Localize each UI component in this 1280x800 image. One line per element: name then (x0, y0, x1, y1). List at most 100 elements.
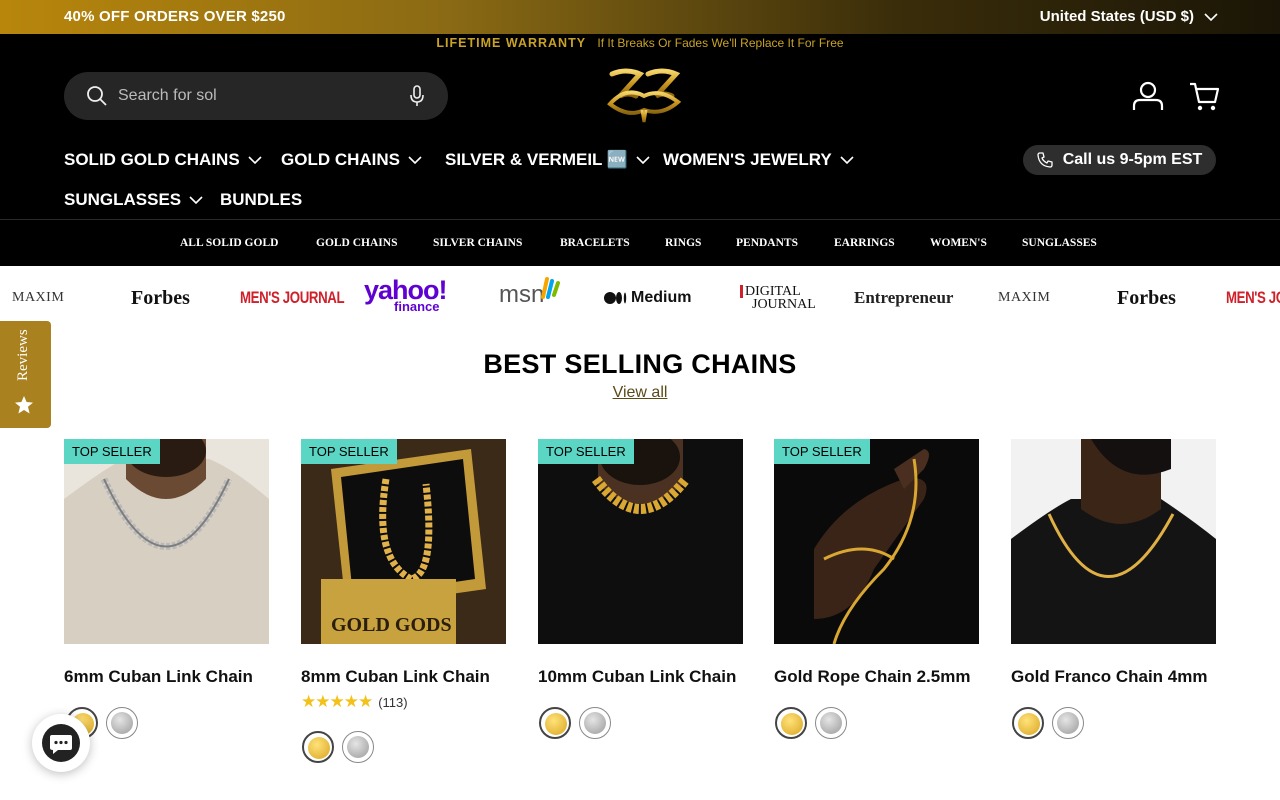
chat-launcher-button[interactable] (32, 714, 90, 772)
subnav-earrings[interactable]: EARRINGS (834, 237, 895, 249)
press-logo-msn: msn (499, 266, 562, 327)
search-icon[interactable] (86, 85, 108, 107)
product-photo-6mm-cuban (64, 439, 269, 644)
msn-butterfly-icon (541, 277, 561, 299)
press-logo-mens-journal: MEN'S JOURNAL (240, 288, 345, 307)
product-name[interactable]: 6mm Cuban Link Chain (64, 667, 253, 687)
country-label: United States (USD $) (1039, 8, 1194, 25)
press-logo-journal: JOURNAL (752, 297, 816, 312)
press-logo-msn-text: msn (499, 281, 545, 308)
subnav-pendants[interactable]: PENDANTS (736, 237, 798, 249)
nav-sunglasses[interactable]: SUNGLASSES (64, 190, 203, 210)
product-name[interactable]: Gold Franco Chain 4mm (1011, 667, 1207, 687)
press-logo-entrepreneur: Entrepreneur (854, 288, 954, 307)
section-title: BEST SELLING CHAINS (483, 349, 797, 379)
subnav-all-solid-gold[interactable]: ALL SOLID GOLD (180, 237, 278, 249)
product-name[interactable]: 10mm Cuban Link Chain (538, 667, 736, 687)
phone-icon (1037, 152, 1053, 168)
warranty-title: LIFETIME WARRANTY (436, 36, 587, 50)
nav-label: WOMEN'S JEWELRY (663, 150, 832, 169)
nav-gold-chains[interactable]: GOLD CHAINS (281, 150, 422, 170)
nav-label: SILVER & VERMEIL 🆕 (445, 150, 629, 169)
product-image[interactable] (1011, 439, 1216, 644)
press-logo-medium: Medium (604, 266, 691, 330)
press-logo-yahoo-finance: finance (394, 298, 440, 314)
swatch-gold[interactable] (302, 731, 334, 763)
product-image[interactable]: GOLD GODS TOP SELLER (301, 439, 506, 644)
chat-icon (42, 724, 80, 762)
subnav-bracelets[interactable]: BRACELETS (560, 237, 630, 249)
site-logo[interactable] (606, 66, 682, 124)
press-logos-strip: MAXIM Forbes MEN'S JOURNAL yahoo! financ… (0, 266, 1280, 330)
nav-label: BUNDLES (220, 190, 303, 209)
chevron-down-icon (840, 155, 854, 164)
product-card: TOP SELLER 6mm Cuban Link Chain (64, 439, 269, 739)
microphone-icon[interactable] (410, 85, 424, 107)
product-card: Gold Franco Chain 4mm (1011, 439, 1216, 739)
swatch-silver[interactable] (579, 707, 611, 739)
site-header: LIFETIME WARRANTY If It Breaks Or Fades … (0, 34, 1280, 220)
svg-text:GOLD GODS: GOLD GODS (331, 614, 452, 636)
product-name[interactable]: Gold Rope Chain 2.5mm (774, 667, 970, 687)
subnav-womens[interactable]: WOMEN'S (930, 237, 987, 249)
chevron-down-icon (189, 195, 203, 204)
product-photo-gold-franco (1011, 439, 1216, 644)
nav-label: GOLD CHAINS (281, 150, 400, 169)
reviews-tab[interactable]: Reviews (0, 321, 51, 428)
press-logo-mens-journal-2: MEN'S JOURNAL (1226, 288, 1280, 307)
subnav-gold-chains[interactable]: GOLD CHAINS (316, 237, 397, 249)
nav-label: SUNGLASSES (64, 190, 182, 209)
search-input[interactable] (118, 84, 398, 108)
top-seller-badge: TOP SELLER (64, 439, 160, 464)
nav-solid-gold-chains[interactable]: SOLID GOLD CHAINS (64, 150, 262, 170)
chevron-down-icon (636, 155, 650, 164)
nav-silver-vermeil[interactable]: SILVER & VERMEIL 🆕 (445, 150, 650, 170)
chevron-down-icon (1204, 12, 1218, 21)
product-name[interactable]: 8mm Cuban Link Chain (301, 667, 490, 687)
swatch-gold[interactable] (1012, 707, 1044, 739)
promo-bar: 40% OFF ORDERS OVER $250 United States (… (0, 0, 1280, 34)
swatch-silver[interactable] (1052, 707, 1084, 739)
press-logo-maxim-2: MAXIM (998, 290, 1051, 305)
press-logo-forbes: Forbes (131, 286, 190, 309)
product-rating: ★★★★★ (113) (301, 692, 408, 712)
swatch-silver[interactable] (342, 731, 374, 763)
nav-label: SOLID GOLD CHAINS (64, 150, 240, 169)
product-photo-10mm-cuban (538, 439, 743, 644)
top-seller-badge: TOP SELLER (538, 439, 634, 464)
swatch-silver[interactable] (815, 707, 847, 739)
product-card: TOP SELLER 10mm Cuban Link Chain (538, 439, 743, 739)
product-image[interactable]: TOP SELLER (64, 439, 269, 644)
cart-icon[interactable] (1186, 78, 1222, 114)
product-card: TOP SELLER Gold Rope Chain 2.5mm (774, 439, 979, 739)
country-selector[interactable]: United States (USD $) (1040, 8, 1218, 25)
subnav-sunglasses[interactable]: SUNGLASSES (1022, 237, 1097, 249)
rating-stars: ★★★★★ (301, 692, 373, 711)
view-all-link[interactable]: View all (613, 384, 668, 401)
swatch-gold[interactable] (775, 707, 807, 739)
call-us-button[interactable]: Call us 9-5pm EST (1023, 145, 1216, 175)
category-subnav: ALL SOLID GOLD GOLD CHAINS SILVER CHAINS… (0, 219, 1280, 266)
warranty-text: If It Breaks Or Fades We'll Replace It F… (597, 36, 844, 50)
subnav-rings[interactable]: RINGS (665, 237, 701, 249)
product-image[interactable]: TOP SELLER (774, 439, 979, 644)
product-image[interactable]: TOP SELLER (538, 439, 743, 644)
account-icon[interactable] (1130, 78, 1166, 114)
subnav-silver-chains[interactable]: SILVER CHAINS (433, 237, 522, 249)
product-photo-8mm-cuban: GOLD GODS (301, 439, 506, 644)
medium-icon (604, 292, 627, 304)
press-logo-digital-journal: DIGITAL JOURNAL (740, 266, 816, 330)
nav-womens-jewelry[interactable]: WOMEN'S JEWELRY (663, 150, 854, 170)
rating-count[interactable]: (113) (378, 695, 407, 710)
call-us-label: Call us 9-5pm EST (1062, 151, 1203, 168)
swatch-gold[interactable] (539, 707, 571, 739)
chevron-down-icon (248, 155, 262, 164)
swatch-silver[interactable] (106, 707, 138, 739)
product-card: GOLD GODS TOP SELLER 8mm Cuban Link Chai… (301, 439, 506, 763)
nav-bundles[interactable]: BUNDLES (220, 190, 302, 210)
search-bar[interactable] (64, 72, 448, 120)
promo-text[interactable]: 40% OFF ORDERS OVER $250 (64, 8, 286, 25)
view-all-container: View all (0, 384, 1280, 402)
press-logo-medium-text: Medium (631, 289, 692, 306)
reviews-tab-label: Reviews (15, 329, 31, 381)
